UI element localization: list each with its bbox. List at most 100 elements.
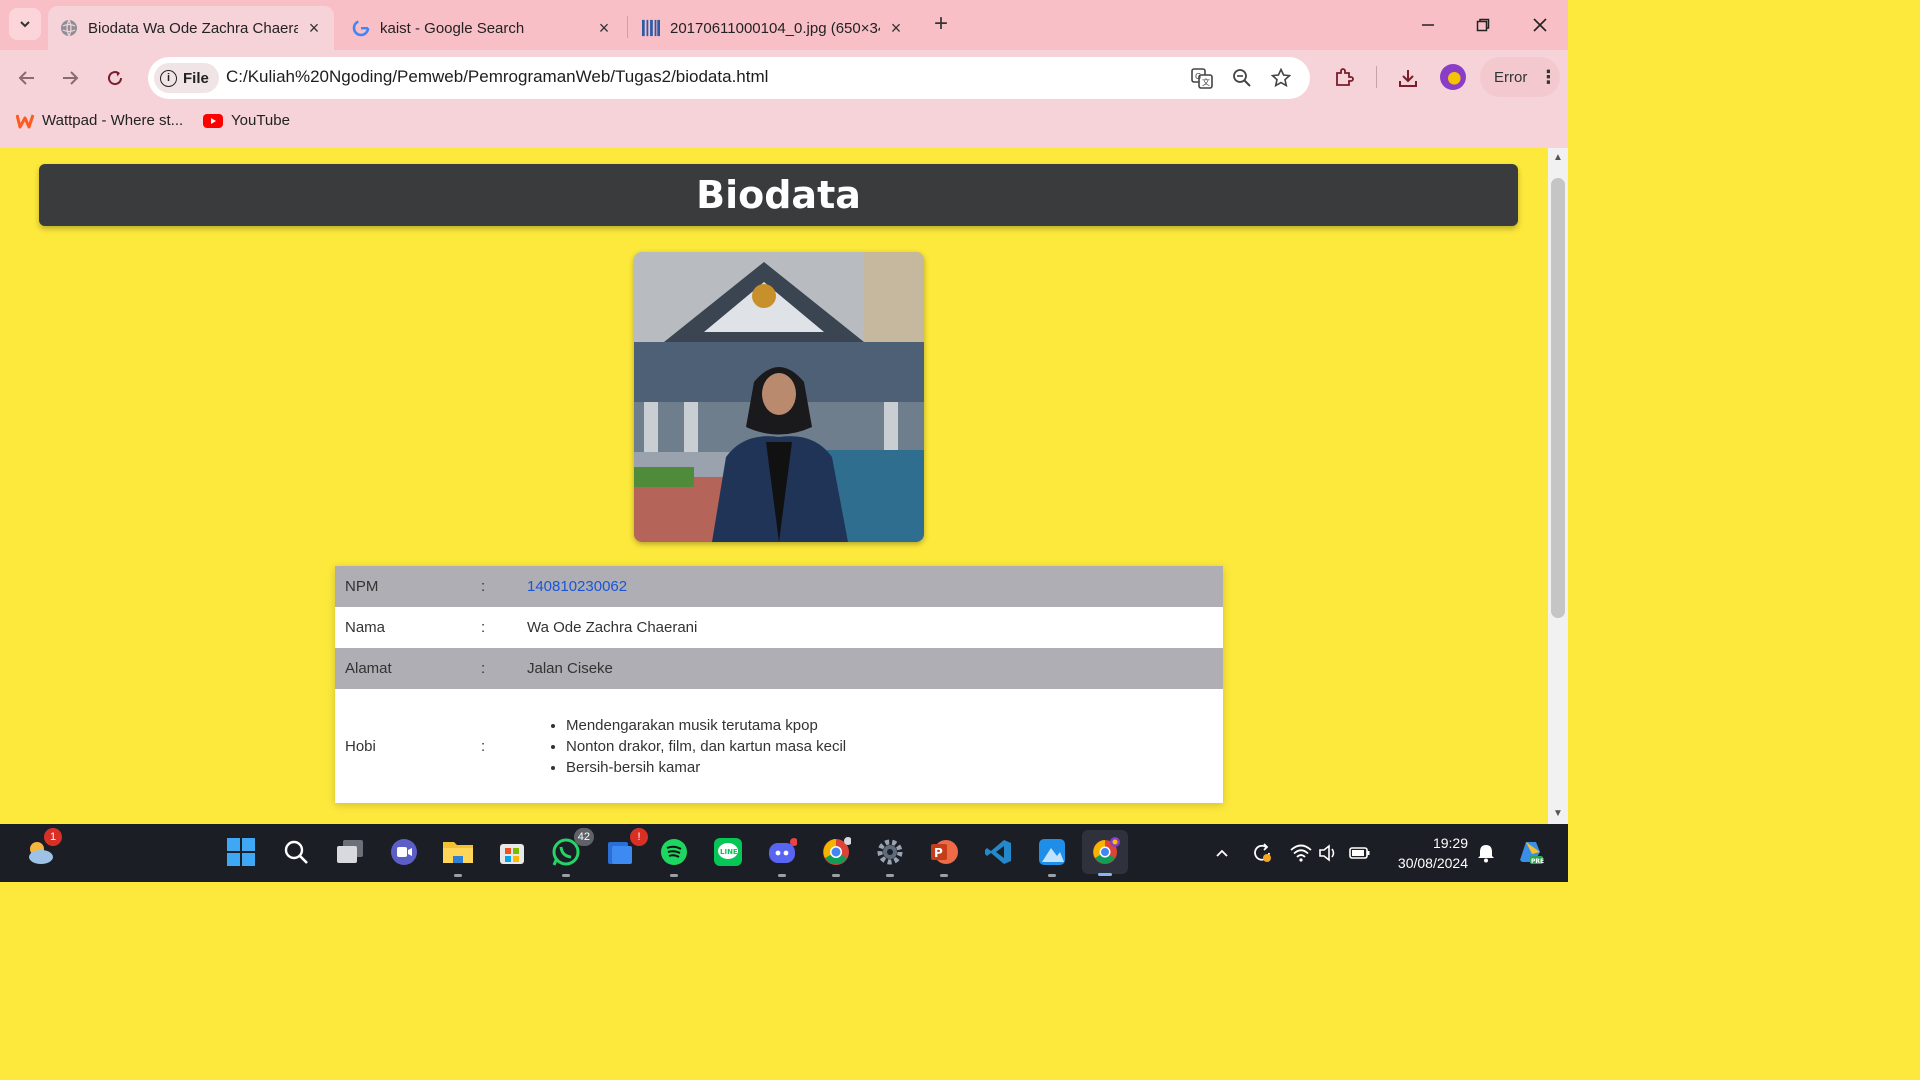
download-icon (1399, 70, 1417, 87)
url-text[interactable]: C:/Kuliah%20Ngoding/Pemweb/PemrogramanWe… (226, 67, 768, 87)
photos-app[interactable] (1034, 834, 1070, 877)
minimize-button[interactable] (1413, 10, 1443, 40)
reload-button[interactable] (99, 62, 131, 94)
tab-separator (627, 16, 628, 38)
start-button[interactable] (223, 834, 259, 870)
whatsapp-badge: 42 (573, 828, 594, 846)
scroll-down-icon[interactable]: ▼ (1552, 808, 1564, 820)
profile-avatar[interactable] (1440, 64, 1466, 90)
wifi-icon[interactable] (1289, 841, 1313, 865)
scroll-up-icon[interactable]: ▲ (1552, 152, 1564, 164)
globe-icon (60, 19, 78, 37)
clock-time: 19:29 (1432, 835, 1468, 851)
image-icon (642, 19, 660, 37)
page-header: Biodata (39, 164, 1518, 226)
address-bar[interactable]: i File C:/Kuliah%20Ngoding/Pemweb/Pemrog… (148, 57, 1310, 99)
window-close-button[interactable] (1525, 10, 1555, 40)
bookmark-youtube[interactable]: YouTube (203, 112, 290, 129)
close-icon[interactable]: × (886, 18, 906, 38)
tab-biodata[interactable]: Biodata Wa Ode Zachra Chaerani × (48, 6, 334, 50)
restore-button[interactable] (1468, 10, 1498, 40)
list-item: Bersih-bersih kamar (566, 757, 846, 778)
back-button[interactable] (11, 62, 43, 94)
running-indicator (778, 874, 786, 877)
running-indicator (886, 874, 894, 877)
tab-title: 20170611000104_0.jpg (650×34 (670, 19, 880, 37)
teams-meet-app[interactable] (386, 834, 422, 870)
bookmark-wattpad[interactable]: Wattpad - Where st... (16, 112, 183, 129)
chrome-icon (823, 837, 851, 865)
store-app[interactable] (494, 834, 530, 870)
battery-icon[interactable] (1348, 841, 1372, 865)
powerpoint-icon: P (931, 840, 958, 864)
running-indicator (562, 874, 570, 877)
notification-bell-icon[interactable] (1474, 841, 1498, 865)
page-scrollbar[interactable]: ▲ ▼ (1548, 148, 1568, 824)
search-button[interactable] (278, 834, 314, 870)
arrow-right-icon (63, 71, 79, 85)
bookmark-star-icon[interactable] (1269, 66, 1293, 90)
weather-widget[interactable]: 1 (22, 828, 62, 870)
whatsapp-app[interactable]: 42 (548, 828, 594, 877)
bookmark-label: Wattpad - Where st... (42, 112, 184, 129)
youtube-icon (203, 113, 223, 128)
chrome-profile-app[interactable] (1082, 830, 1128, 876)
profile-photo (634, 252, 924, 542)
tab-search-button[interactable] (9, 8, 41, 40)
table-row: Hobi : Mendengarakan musik terutama kpop… (335, 689, 1223, 803)
page-viewport: Biodata NPM : 140810230062 Nama: Wa Ode… (0, 148, 1548, 824)
clock-date: 30/08/2024 (1397, 855, 1468, 871)
running-indicator (1098, 873, 1112, 876)
vscode-app[interactable] (980, 834, 1016, 870)
windows-icon (227, 838, 255, 866)
tab-google-search[interactable]: kaist - Google Search × (340, 6, 624, 50)
settings-app[interactable] (872, 834, 908, 877)
copilot-icon[interactable]: PRE (1516, 838, 1544, 866)
forward-button[interactable] (54, 62, 86, 94)
svg-text:LINE: LINE (720, 848, 738, 856)
error-label: Error (1494, 68, 1528, 86)
chrome-app[interactable] (818, 834, 854, 877)
system-clock[interactable]: 19:29 30/08/2024 (1388, 833, 1468, 873)
hobby-list: Mendengarakan musik terutama kpop Nonton… (566, 715, 846, 778)
navigation-bar: i File C:/Kuliah%20Ngoding/Pemweb/Pemrog… (0, 50, 1568, 106)
sync-icon[interactable] (1250, 841, 1274, 865)
extensions-button[interactable] (1328, 62, 1360, 94)
tab-image[interactable]: 20170611000104_0.jpg (650×34 × (630, 6, 916, 50)
profile-error-button[interactable]: Error ⋮ (1480, 57, 1560, 97)
task-view-button[interactable] (332, 834, 368, 870)
site-info-chip[interactable]: i File (154, 63, 219, 93)
store-icon (500, 844, 524, 864)
running-indicator (454, 874, 462, 877)
arrow-left-icon (18, 71, 34, 85)
spotify-app[interactable] (656, 834, 692, 877)
task-view-icon (337, 840, 363, 863)
chevron-down-icon (20, 21, 30, 28)
row-colon: : (481, 737, 486, 755)
file-explorer-app[interactable] (440, 834, 476, 877)
table-row: NPM : 140810230062 (335, 566, 1223, 607)
translate-icon[interactable]: G文 (1190, 66, 1214, 90)
line-app[interactable]: LINE (710, 834, 746, 870)
npm-link[interactable]: 140810230062 (527, 578, 627, 595)
running-indicator (1048, 874, 1056, 877)
toolbar-divider (1376, 66, 1377, 88)
news-app[interactable]: ! (602, 828, 648, 870)
volume-icon[interactable] (1317, 841, 1341, 865)
new-tab-button[interactable]: + (928, 12, 954, 38)
more-menu-icon[interactable]: ⋮ (1539, 67, 1557, 88)
puzzle-icon (1336, 68, 1354, 86)
weather-badge: 1 (44, 828, 62, 846)
close-icon (1533, 18, 1547, 32)
zoom-icon[interactable] (1230, 66, 1254, 90)
close-icon[interactable]: × (594, 18, 614, 38)
tray-overflow-chevron-icon[interactable] (1210, 841, 1234, 865)
video-call-icon (391, 839, 417, 865)
tab-strip: Biodata Wa Ode Zachra Chaerani × kaist -… (0, 0, 1568, 50)
news-icon (608, 842, 632, 864)
scroll-thumb[interactable] (1551, 178, 1565, 618)
close-icon[interactable]: × (304, 18, 324, 38)
downloads-button[interactable] (1392, 62, 1424, 94)
discord-app[interactable] (764, 834, 800, 877)
powerpoint-app[interactable]: P (926, 834, 962, 877)
